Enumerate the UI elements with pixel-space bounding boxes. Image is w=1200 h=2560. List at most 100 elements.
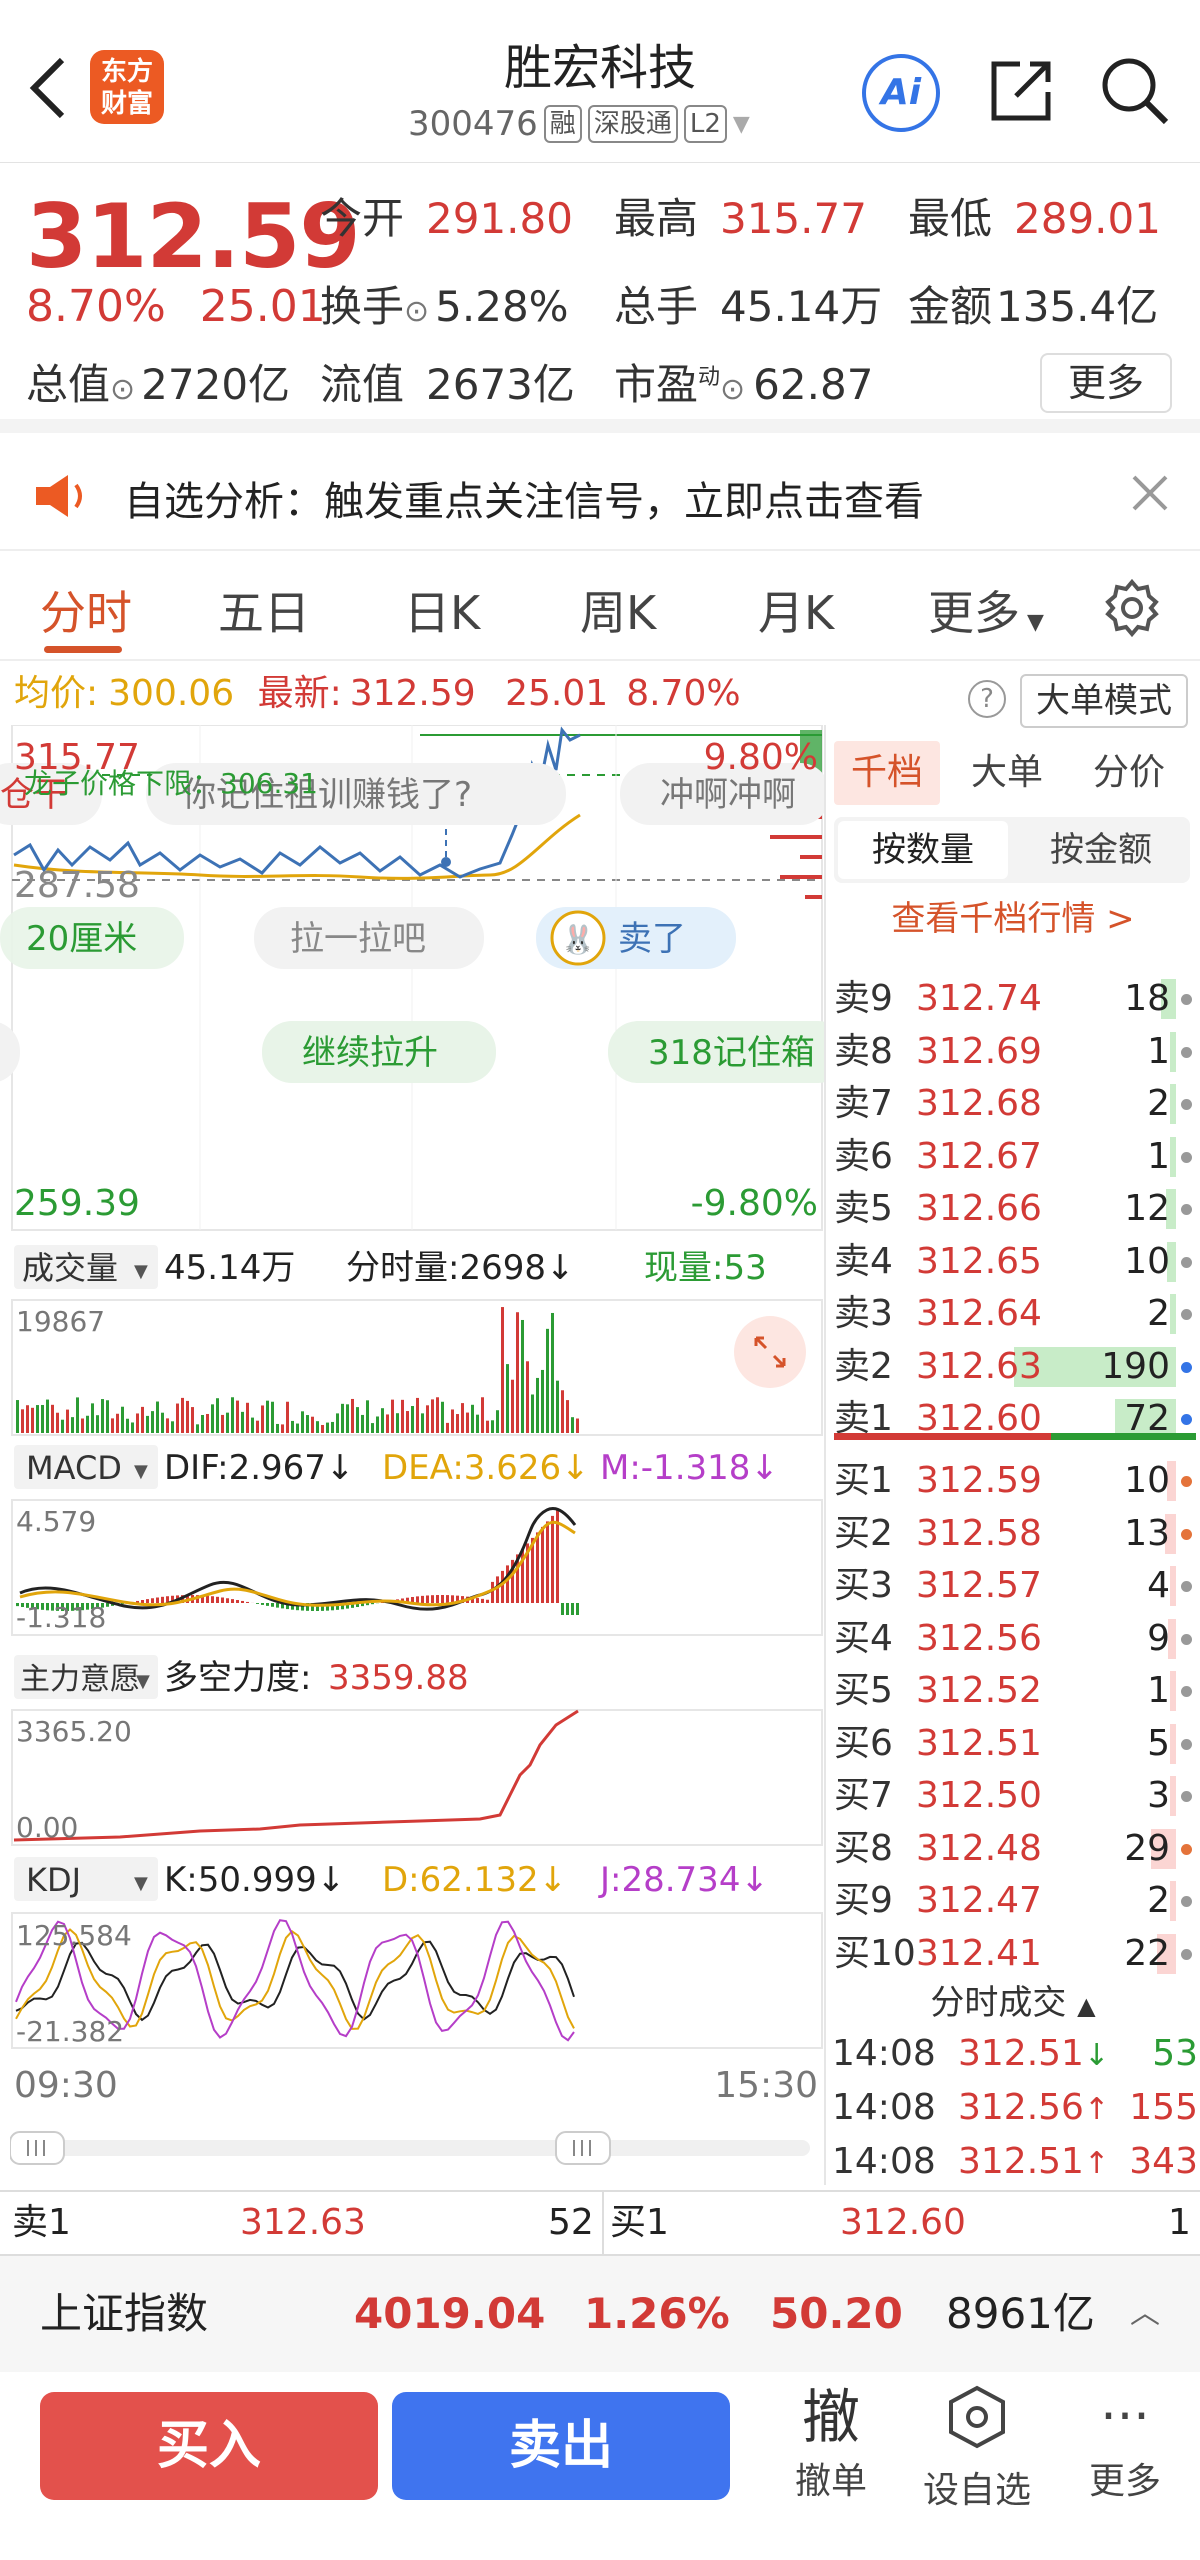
ask-row-1[interactable]: 卖9 312.74 18 [826,973,1200,1025]
volume-bar [556,1380,559,1433]
dot-icon [1181,1256,1192,1268]
bid-row-2[interactable]: 买2 312.58 13 [826,1508,1200,1560]
order-price: 312.57 [916,1565,1042,1606]
tab-5day[interactable]: 五日 [218,577,310,643]
bid-row-8[interactable]: 买8 312.48 29 [826,1823,1200,1875]
tab-dadan[interactable]: 大单 [954,741,1060,805]
volume-bar [491,1420,494,1433]
gear-icon[interactable] [1102,578,1162,638]
best-ask-price: 312.63 [240,2202,366,2243]
macd-bar [561,1603,564,1615]
ticks-title[interactable]: 分时成交 ▲ [826,1975,1200,2024]
subtab-by-amount[interactable]: 按金额 [1016,821,1186,879]
volume-bar [486,1420,489,1433]
dot-icon [1181,1896,1192,1907]
order-level-label: 卖3 [834,1293,893,1334]
volume-bar [251,1417,254,1433]
volume-bar [221,1414,224,1433]
tab-qiandang[interactable]: 千档 [834,741,940,805]
macd-bar [571,1603,574,1615]
macd-dea: DEA:3.626↓ [382,1448,590,1488]
volume-bar [496,1410,499,1433]
ask-row-4[interactable]: 卖6 312.67 1 [826,1131,1200,1183]
bid-row-6[interactable]: 买6 312.51 5 [826,1718,1200,1770]
tab-more[interactable]: 更多 ▼ [928,577,1044,643]
best-bid-price: 312.60 [840,2202,966,2243]
volume-field: 总手 45.14万 [614,282,883,331]
bid-row-10[interactable]: 买10 312.41 22 [826,1928,1200,1980]
bid-row-1[interactable]: 买1 312.59 10 [826,1455,1200,1507]
period-tabs: 分时 五日 日K 周K 月K 更多 ▼ [0,551,1200,661]
bullet-comments[interactable]: 仓干 你记住祖训赚钱了? 冲啊冲啊 20厘米 拉一拉吧 🐰 卖了 继续拉升 31… [0,763,825,1083]
bid-row-3[interactable]: 买3 312.57 4 [826,1560,1200,1612]
macd-bar [156,1597,159,1603]
ai-button[interactable]: Ai [862,54,940,132]
tab-fenshi[interactable]: 分时 [40,577,132,643]
ask-row-6[interactable]: 卖4 312.65 10 [826,1236,1200,1288]
order-level-label: 卖9 [834,978,893,1019]
volume-bar [81,1418,84,1433]
share-icon[interactable] [986,56,1056,126]
volume-bar [201,1414,204,1433]
tab-weekly[interactable]: 周K [580,577,656,643]
best-bid-ask-bar: 卖1 312.63 52 买1 312.60 1 [0,2190,1200,2256]
help-icon[interactable]: ? [968,680,1006,718]
view-depth-link[interactable]: 查看千档行情 > [826,891,1200,940]
bid-row-9[interactable]: 买9 312.47 2 [826,1875,1200,1927]
volume-bar [231,1397,234,1433]
pct-top-label: 9.80% [704,737,818,778]
volume-bar [471,1404,474,1433]
mainforce-select: 主力意愿 [20,1662,140,1697]
subtab-by-quantity[interactable]: 按数量 [838,821,1008,879]
volume-bar [561,1390,564,1433]
info-icon: ⊙ [720,372,746,407]
more-button[interactable]: 更多 [1040,353,1172,413]
order-level-label: 买3 [834,1565,893,1606]
ask-row-7[interactable]: 卖3 312.64 2 [826,1288,1200,1340]
volume-bar [341,1403,344,1433]
volume-bar [131,1422,134,1433]
stock-code-line[interactable]: 300476 融 深股通 L2 ▼ [408,104,750,144]
intraday-chart[interactable]: S 仓干 你记住祖训赚钱了? 冲啊冲啊 20厘米 拉一拉吧 🐰 卖了 继续拉升 … [0,725,825,2185]
ask-row-2[interactable]: 卖8 312.69 1 [826,1026,1200,1078]
volume-bar [481,1397,484,1433]
pct-bottom-label: -9.80% [691,1183,818,1224]
tab-fenjia[interactable]: 分价 [1074,741,1184,805]
order-volume: 190 [1101,1345,1170,1387]
volume-bar [551,1312,554,1433]
sell-button[interactable]: 卖出 [392,2392,730,2500]
tab-monthly[interactable]: 月K [758,577,834,643]
macd-bar [211,1596,214,1603]
tab-daily[interactable]: 日K [404,577,480,643]
cancel-order-button[interactable]: 撤 撤单 [766,2382,896,2504]
buy-button[interactable]: 买入 [40,2392,378,2500]
big-order-mode-button[interactable]: 大单模式 [1020,674,1188,728]
volume-bar [226,1412,229,1433]
bid-row-4[interactable]: 买4 312.56 9 [826,1613,1200,1665]
macd-bar [541,1526,544,1603]
index-bar[interactable]: 上证指数 4019.04 1.26% 50.20 8961亿 ︿ [0,2256,1200,2372]
tick-row: 14:08 312.51↑ 343 [832,2135,1198,2189]
order-volume: 2 [1147,1880,1170,1921]
search-icon[interactable] [1098,54,1170,126]
more-actions-button[interactable]: ··· 更多 [1060,2382,1190,2504]
chevron-up-icon[interactable]: ︿ [1130,2256,1160,2372]
bid-row-5[interactable]: 买5 312.52 1 [826,1665,1200,1717]
ask-row-8[interactable]: 卖2 312.63 190 [826,1341,1200,1393]
order-level-label: 卖2 [834,1345,893,1387]
add-watchlist-button[interactable]: 设自选 [912,2382,1042,2513]
volume-bar [436,1397,439,1433]
ask-row-5[interactable]: 卖5 312.66 12 [826,1183,1200,1235]
order-price: 312.67 [916,1135,1042,1177]
volume-bar [1170,1723,1176,1764]
alert-banner[interactable]: 自选分析：触发重点关注信号，立即点击查看 [0,433,1200,551]
tab-underline [44,646,122,653]
time-scrollbar[interactable] [10,2128,810,2168]
macd-bar [446,1595,449,1603]
close-icon[interactable] [1128,471,1172,515]
volume-bar [21,1409,24,1433]
macd-bar [436,1595,439,1603]
ask-row-3[interactable]: 卖7 312.68 2 [826,1078,1200,1130]
tick-time: 14:08 [832,2141,936,2182]
bid-row-7[interactable]: 买7 312.50 3 [826,1770,1200,1822]
